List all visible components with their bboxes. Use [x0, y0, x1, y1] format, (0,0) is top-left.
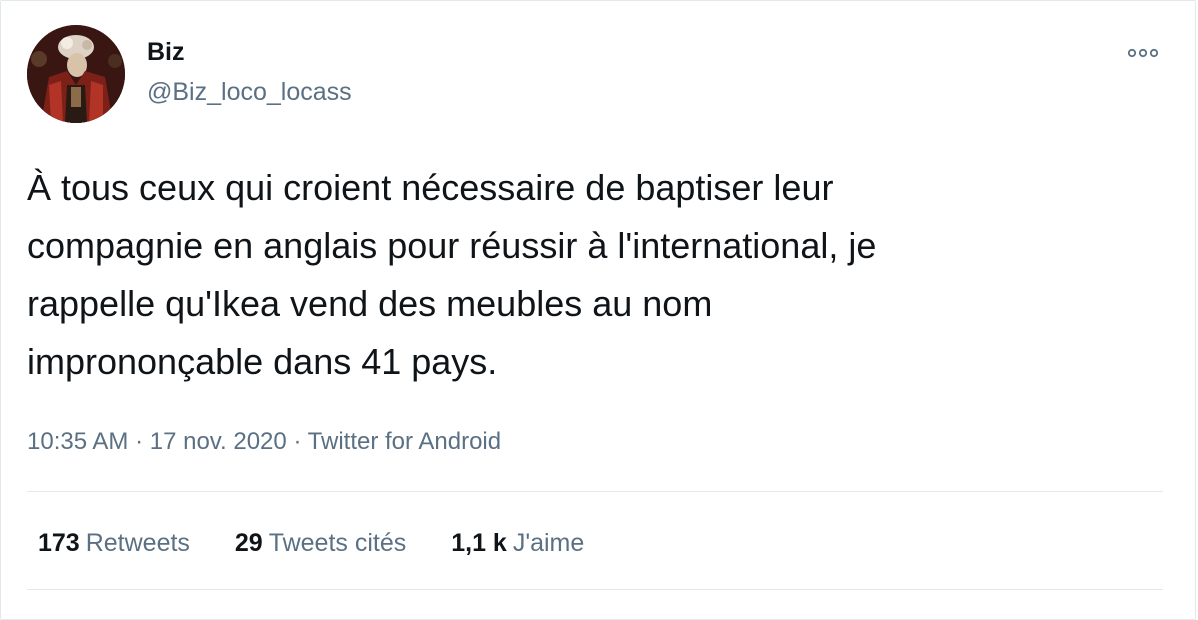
likes-count: 1,1 k [451, 529, 507, 557]
divider [27, 589, 1163, 590]
tweet-source[interactable]: Twitter for Android [308, 428, 501, 455]
divider [27, 491, 1163, 492]
tweet-stats: 173 Retweets 29 Tweets cités 1,1 k J'aime [38, 527, 622, 559]
likes-label: J'aime [512, 529, 585, 557]
likes-stat[interactable]: 1,1 k J'aime [451, 527, 584, 559]
meta-separator: · [293, 428, 302, 455]
quote-tweets-count: 29 [234, 529, 263, 557]
retweets-count: 173 [38, 529, 80, 557]
quote-tweets-stat[interactable]: 29 Tweets cités [235, 527, 406, 559]
tweet-date[interactable]: 17 nov. 2020 [150, 428, 287, 455]
tweet-time[interactable]: 10:35 AM [27, 428, 128, 455]
meta-separator: · [135, 428, 144, 455]
tweet-meta: 10:35 AM · 17 nov. 2020 · Twitter for An… [27, 427, 501, 457]
author-handle[interactable]: @Biz_loco_locass [147, 77, 352, 107]
quote-tweets-label: Tweets cités [268, 529, 407, 557]
tweet-card: Biz @Biz_loco_locass À tous ceux qui cro… [0, 0, 1196, 620]
author-name[interactable]: Biz [147, 37, 185, 67]
avatar-image-icon [27, 25, 125, 123]
more-options-icon[interactable] [1125, 41, 1161, 65]
tweet-text: À tous ceux qui croient nécessaire de ba… [27, 167, 877, 382]
retweets-label: Retweets [85, 529, 190, 557]
user-avatar[interactable] [27, 25, 125, 123]
retweets-stat[interactable]: 173 Retweets [38, 527, 190, 559]
